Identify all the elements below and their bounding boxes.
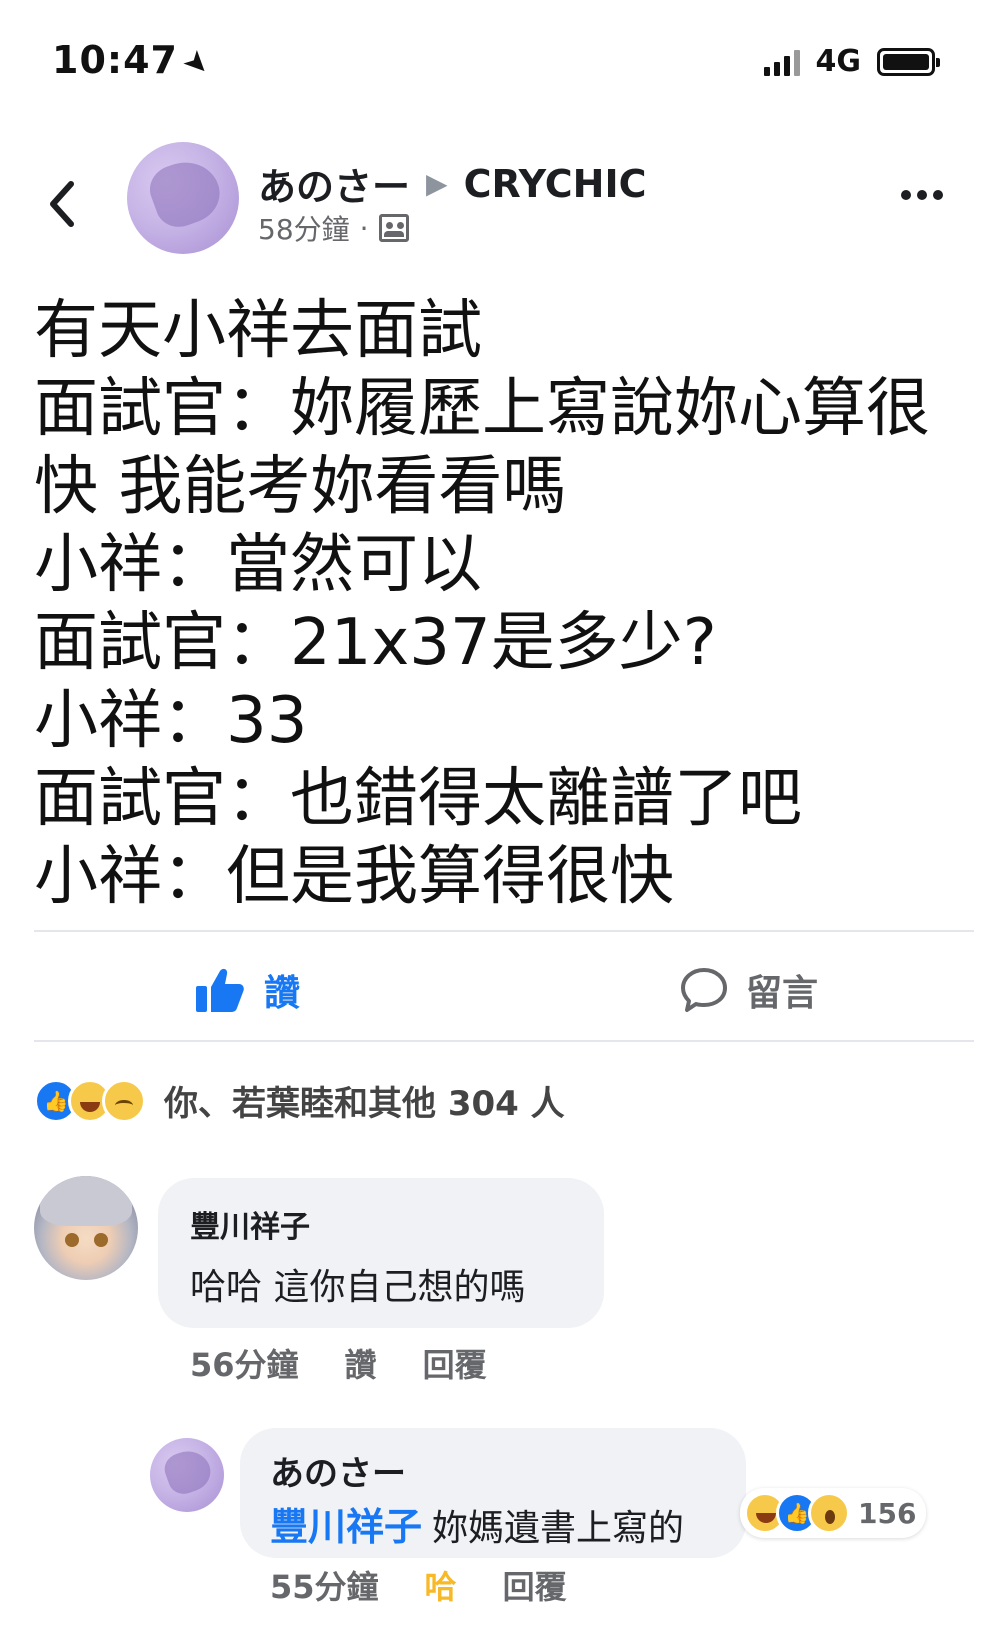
like-button[interactable]: 讚	[196, 964, 300, 1016]
post-author-line: あのさー ▶ CRYCHIC	[258, 156, 647, 211]
group-audience-icon	[378, 214, 409, 242]
reply-reply-button[interactable]: 回覆	[503, 1562, 567, 1608]
post-meta: 58分鐘 ·	[258, 208, 409, 248]
location-arrow-icon: ➤	[175, 41, 219, 86]
post-body-line: 快 我能考妳看看嗎	[34, 450, 567, 524]
post-body-line: 面試官：也錯得太離譜了吧	[34, 762, 802, 836]
reply-text-line: 豐川祥子 妳媽遺書上寫的	[270, 1496, 684, 1551]
divider	[34, 1040, 974, 1042]
comment-reply-button[interactable]: 回覆	[423, 1340, 487, 1386]
comment-label: 留言	[746, 973, 819, 1014]
reply-time[interactable]: 55分鐘	[270, 1562, 379, 1608]
post-body-line: 小祥：33	[34, 684, 308, 758]
sad-reaction-icon	[102, 1078, 146, 1123]
post-body-line: 面試官：21x37是多少?	[34, 606, 717, 680]
wow-reaction-icon	[808, 1492, 850, 1534]
cellular-signal-icon	[763, 48, 800, 76]
status-indicators: 4G	[763, 44, 940, 79]
reply-actions: 55分鐘 哈 回覆	[270, 1562, 567, 1608]
reply-author[interactable]: あのさー	[270, 1446, 406, 1495]
meta-separator: ·	[359, 211, 369, 245]
reply-bubble: あのさー 豐川祥子 妳媽遺書上寫的	[240, 1428, 746, 1558]
reaction-icons	[34, 1078, 146, 1123]
post-body: 有天小祥去面試 面試官：妳履歷上寫說妳心算很 快 我能考妳看看嗎 小祥：當然可以…	[34, 292, 984, 916]
comment-like-button[interactable]: 讚	[345, 1340, 377, 1386]
thumbs-up-icon	[196, 968, 244, 1012]
reactions-summary-text: 你、若葉睦和其他 304 人	[164, 1084, 565, 1124]
comment-author[interactable]: 豐川祥子	[190, 1202, 310, 1246]
comment-bubble-icon	[681, 968, 727, 1012]
commenter-avatar[interactable]	[34, 1176, 138, 1280]
reply-reaction-count: 156	[858, 1496, 917, 1530]
more-dot-icon	[901, 190, 911, 200]
divider	[34, 930, 974, 932]
more-options-button[interactable]	[901, 190, 943, 200]
like-label: 讚	[264, 973, 301, 1014]
chevron-left-icon	[50, 181, 74, 227]
battery-icon	[877, 47, 940, 76]
post-body-line: 小祥：當然可以	[34, 528, 482, 602]
comment-time[interactable]: 56分鐘	[190, 1340, 299, 1386]
more-dot-icon	[917, 190, 927, 200]
post-body-line: 面試官：妳履歷上寫說妳心算很	[34, 372, 930, 446]
reply-text: 妳媽遺書上寫的	[432, 1508, 685, 1549]
post-author-name[interactable]: あのさー	[258, 156, 410, 211]
comment-bubble: 豐川祥子 哈哈 這你自己想的嗎	[158, 1178, 604, 1328]
post-time[interactable]: 58分鐘	[258, 208, 350, 248]
reply-author-avatar[interactable]	[150, 1438, 224, 1512]
more-dot-icon	[933, 190, 943, 200]
comment-text: 哈哈 這你自己想的嗎	[190, 1267, 526, 1308]
reply-haha-button[interactable]: 哈	[425, 1562, 457, 1608]
mention-link[interactable]: 豐川祥子	[270, 1505, 422, 1549]
comment-actions: 56分鐘 讚 回覆	[190, 1340, 487, 1386]
post-body-line: 小祥：但是我算得很快	[34, 840, 674, 914]
comment-button[interactable]: 留言	[680, 964, 818, 1016]
status-bar: 10:47➤ 4G	[0, 0, 1005, 120]
group-name[interactable]: CRYCHIC	[464, 162, 647, 206]
reply-reactions[interactable]: 156	[740, 1488, 927, 1538]
network-type: 4G	[815, 44, 862, 79]
post-author-avatar[interactable]	[127, 142, 239, 254]
status-time: 10:47➤	[52, 38, 219, 86]
group-arrow-icon: ▶	[426, 167, 448, 200]
back-button[interactable]	[40, 174, 84, 234]
reactions-summary[interactable]: 你、若葉睦和其他 304 人	[34, 1076, 565, 1125]
post-body-line: 有天小祥去面試	[34, 294, 482, 368]
